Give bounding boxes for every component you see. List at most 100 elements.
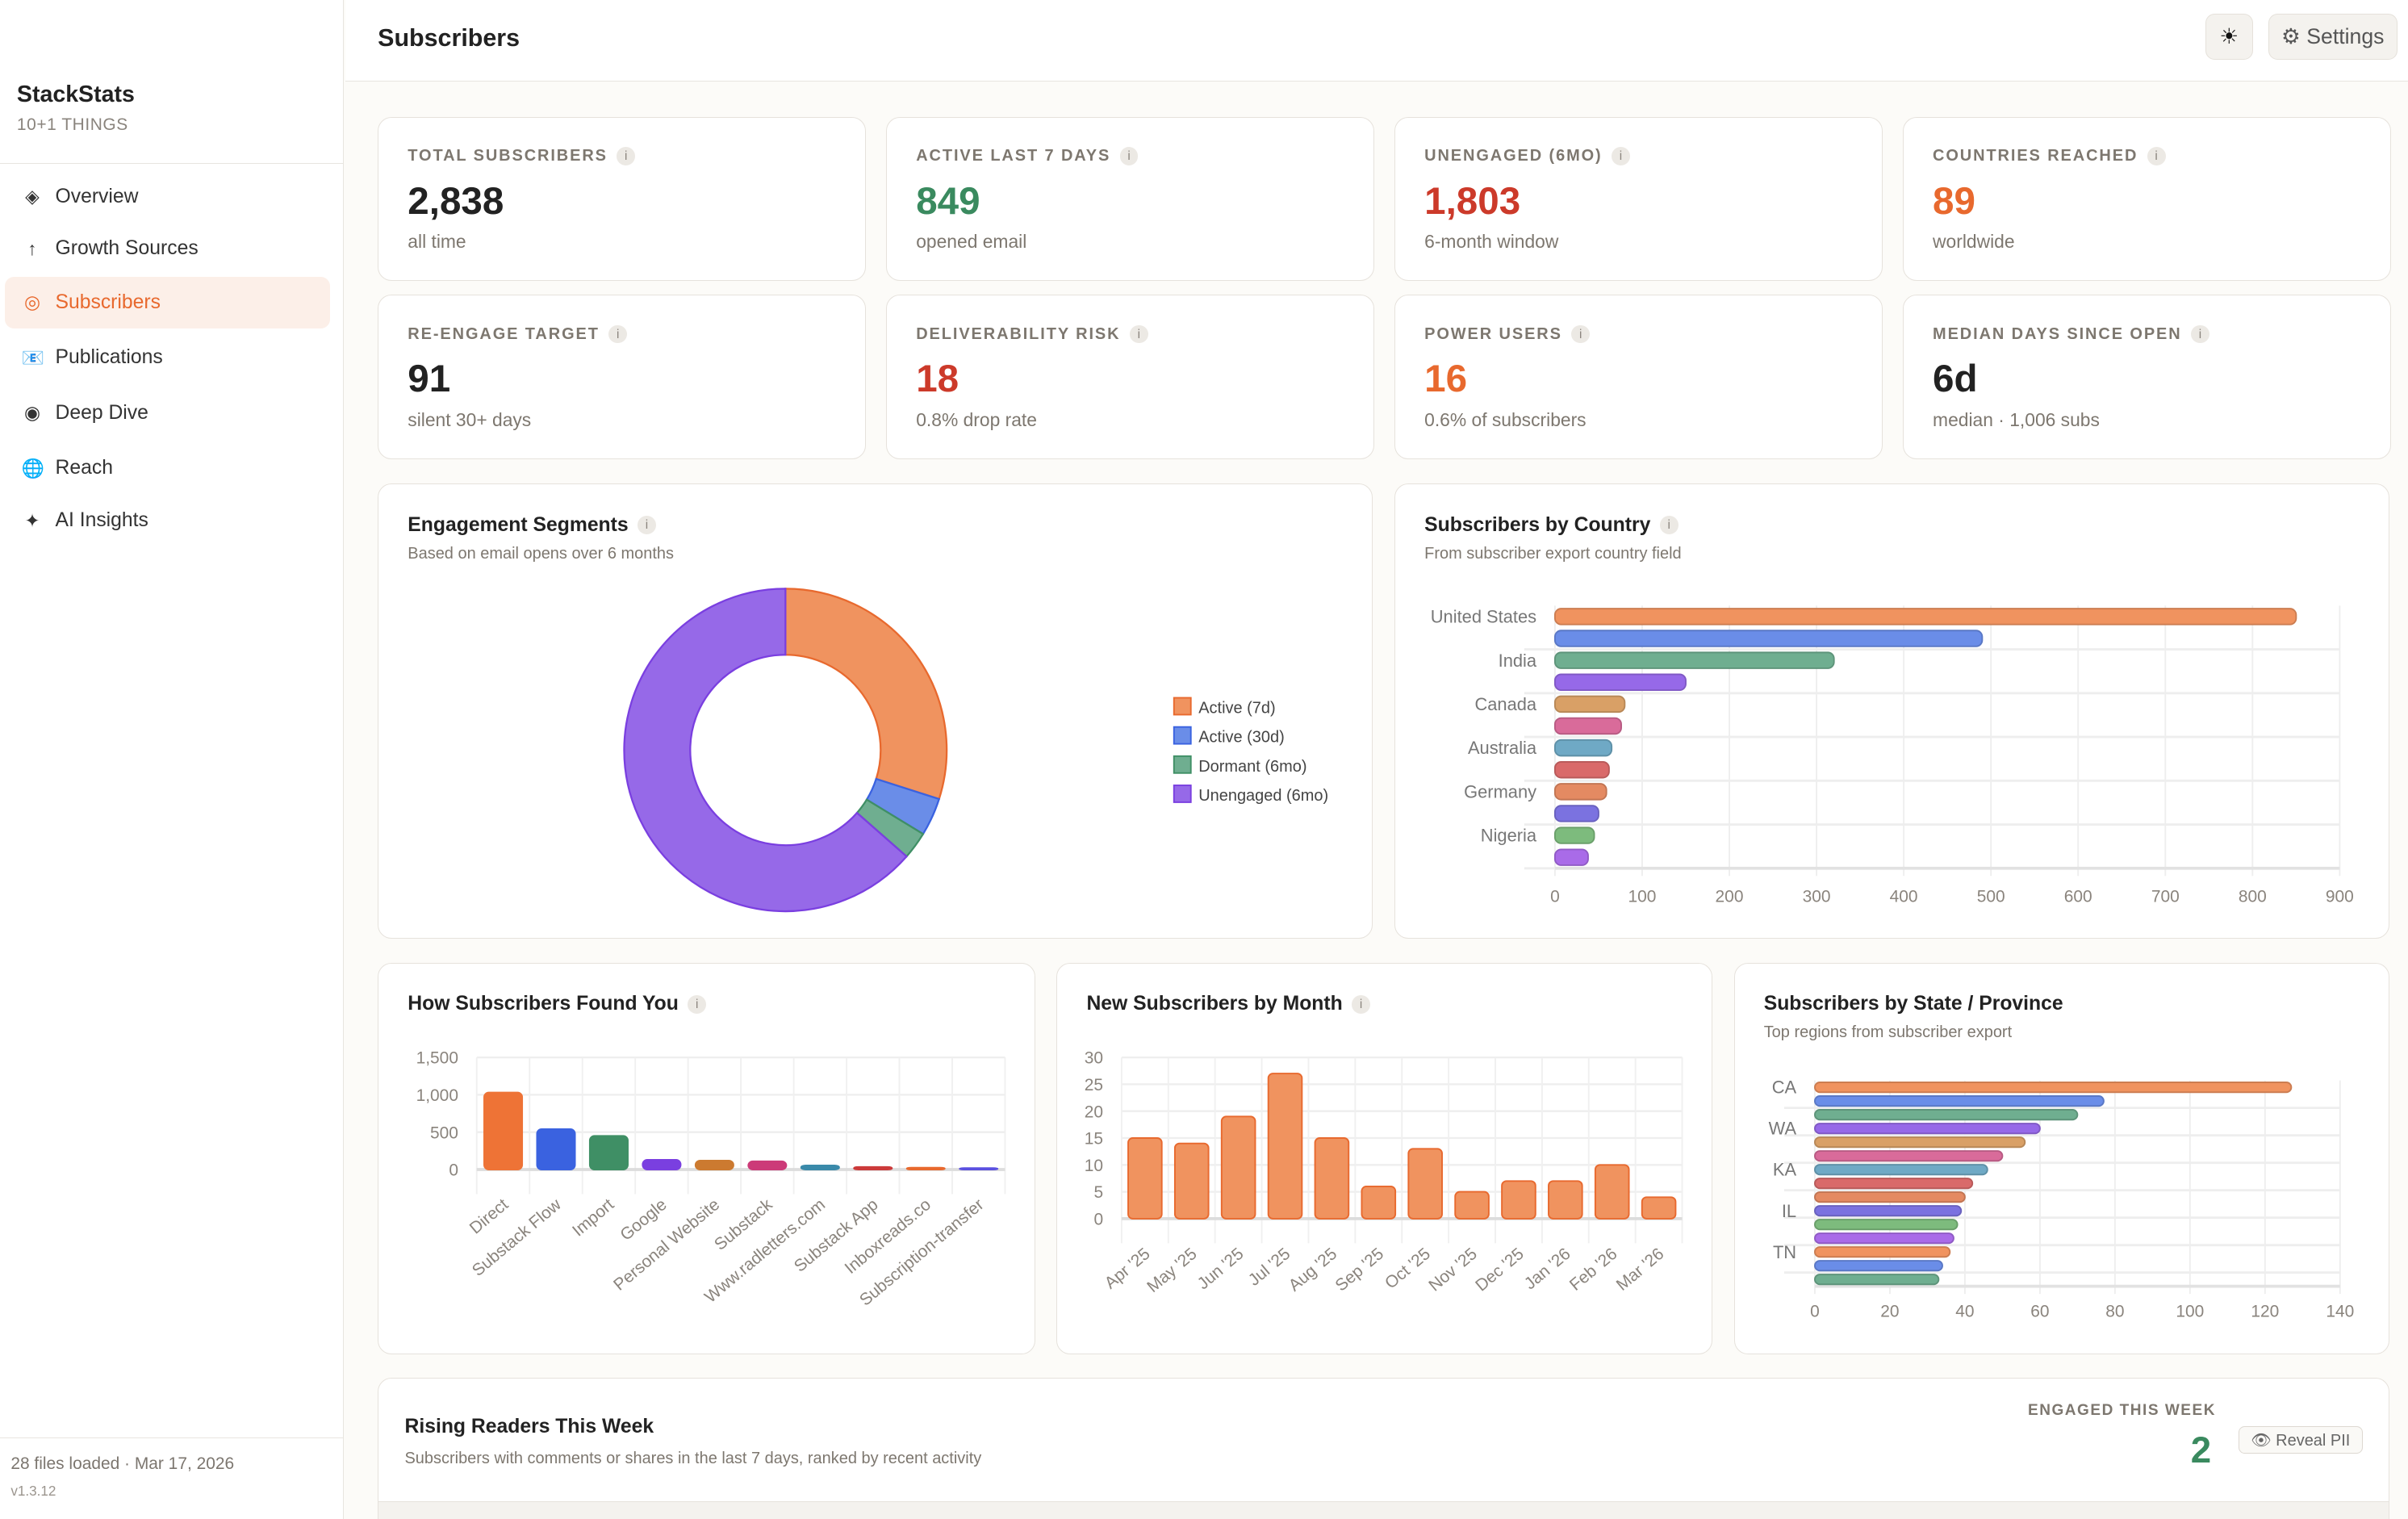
reveal-pii-button[interactable]: 👁 Reveal PII: [2239, 1426, 2363, 1454]
settings-button[interactable]: ⚙ Settings: [2268, 14, 2398, 60]
info-icon[interactable]: i: [2191, 325, 2209, 344]
sun-icon: ☀: [2219, 24, 2239, 49]
section-subtitle: Subscribers with comments or shares in t…: [404, 1450, 981, 1468]
x-tick-label: 40: [1955, 1303, 1974, 1321]
bar: [1815, 1165, 1988, 1174]
engaged-count: 2: [2191, 1429, 2211, 1471]
sidebar-item-subscribers[interactable]: ◎Subscribers: [5, 277, 330, 329]
page-title: Subscribers: [378, 24, 520, 52]
files-status: 28 files loaded · Mar 17, 2026: [10, 1454, 234, 1474]
info-icon[interactable]: i: [1571, 325, 1590, 344]
bar: [1815, 1137, 2025, 1147]
kpi-subtext: median · 1,006 subs: [1933, 409, 2100, 431]
info-icon[interactable]: i: [617, 147, 635, 165]
info-icon[interactable]: i: [2147, 147, 2166, 165]
legend-label: Active (7d): [1198, 700, 1275, 718]
x-tick-label: 200: [1716, 888, 1744, 906]
info-icon[interactable]: i: [608, 325, 627, 344]
bar: [1815, 1220, 1958, 1229]
kpi-subtext: all time: [408, 231, 466, 253]
legend-swatch: [1174, 785, 1191, 802]
info-icon[interactable]: i: [1612, 147, 1630, 165]
legend-label: Unengaged (6mo): [1198, 787, 1328, 805]
nav-icon: ↑: [22, 238, 44, 260]
y-tick-label: 10: [1085, 1157, 1103, 1175]
sidebar: StackStats 10+1 THINGS ◈Overview↑Growth …: [0, 0, 344, 1519]
kpi-card: MEDIAN DAYS SINCE OPENi6dmedian · 1,006 …: [1903, 295, 2391, 459]
kpi-subtext: silent 30+ days: [408, 409, 531, 431]
x-tick-label: Substack Flow: [469, 1195, 566, 1281]
sidebar-item-reach[interactable]: 🌐Reach: [5, 442, 330, 495]
rising-readers-card: Rising Readers This Week Subscribers wit…: [378, 1378, 2389, 1519]
bar: [1555, 785, 1607, 801]
state-bar-chart: 020406080100120140CAWAKAILTN: [1735, 964, 2391, 1355]
y-tick-label: 1,500: [416, 1049, 458, 1068]
nav-icon: ✦: [22, 510, 44, 532]
info-icon[interactable]: i: [1120, 147, 1139, 165]
bar: [1815, 1110, 2077, 1119]
x-tick-label: 700: [2151, 888, 2180, 906]
bar: [1815, 1233, 1954, 1243]
x-tick-label: 900: [2326, 888, 2354, 906]
kpi-card: RE-ENGAGE TARGETi91silent 30+ days: [378, 295, 866, 459]
x-tick-label: 0: [1550, 888, 1560, 906]
x-tick-label: 100: [2176, 1303, 2204, 1321]
table-header: [378, 1501, 2389, 1519]
y-tick-label: CA: [1771, 1078, 1796, 1098]
theme-toggle-button[interactable]: ☀: [2205, 14, 2253, 60]
sidebar-item-label: Deep Dive: [55, 402, 148, 425]
y-tick-label: TN: [1772, 1242, 1796, 1262]
x-tick-label: 800: [2239, 888, 2267, 906]
kpi-subtext: opened email: [916, 231, 1026, 253]
sidebar-item-ai-insights[interactable]: ✦AI Insights: [5, 495, 330, 547]
y-tick-label: IL: [1781, 1201, 1796, 1221]
bar: [1815, 1096, 2104, 1106]
x-tick-label: 60: [2030, 1303, 2049, 1321]
y-tick-label: KA: [1772, 1160, 1796, 1180]
sidebar-item-label: Subscribers: [55, 291, 161, 314]
legend-label: Dormant (6mo): [1198, 758, 1306, 776]
x-tick-label: 80: [2105, 1303, 2124, 1321]
x-tick-label: 400: [1890, 888, 1918, 906]
bar: [1595, 1165, 1629, 1220]
y-tick-label: 15: [1085, 1130, 1103, 1149]
bar: [1815, 1206, 1961, 1216]
y-tick-label: 1,000: [416, 1086, 458, 1105]
bar: [1815, 1151, 2002, 1161]
sidebar-item-label: Reach: [55, 457, 112, 479]
kpi-card: UNENGAGED (6MO)i1,8036-month window: [1394, 117, 1883, 282]
bar: [696, 1161, 734, 1170]
kpi-card: COUNTRIES REACHEDi89worldwide: [1903, 117, 2391, 282]
bar: [1815, 1192, 1965, 1202]
bar: [1555, 762, 1609, 778]
kpi-card: TOTAL SUBSCRIBERSi2,838all time: [378, 117, 866, 282]
version: v1.3.12: [10, 1483, 56, 1500]
kpi-subtext: 0.8% drop rate: [916, 409, 1037, 431]
state-card: Subscribers by State / Province Top regi…: [1734, 963, 2390, 1354]
legend-swatch: [1174, 756, 1191, 773]
bar: [1175, 1144, 1209, 1219]
x-tick-label: 500: [1977, 888, 2005, 906]
kpi-subtext: 0.6% of subscribers: [1424, 409, 1586, 431]
sidebar-item-overview[interactable]: ◈Overview: [5, 170, 330, 223]
legend-swatch: [1174, 698, 1191, 715]
legend-label: Active (30d): [1198, 729, 1285, 747]
header: Subscribers ☀ ⚙ Settings: [345, 0, 2408, 82]
x-tick-label: Sep '25: [1332, 1245, 1388, 1295]
y-tick-label: Canada: [1474, 694, 1536, 714]
info-icon[interactable]: i: [1130, 325, 1148, 344]
x-tick-label: Dec '25: [1472, 1245, 1528, 1295]
y-tick-label: India: [1499, 651, 1537, 671]
sidebar-item-publications[interactable]: 📧Publications: [5, 332, 330, 384]
bar: [642, 1160, 680, 1170]
bar: [1555, 740, 1612, 756]
bar: [1555, 850, 1588, 866]
bar: [854, 1167, 892, 1170]
sidebar-item-deep-dive[interactable]: ◉Deep Dive: [5, 387, 330, 440]
monthly-card: New Subscribers by Monthi 051015202530Ap…: [1056, 963, 1712, 1354]
x-tick-label: 600: [2064, 888, 2092, 906]
divider: [0, 1437, 344, 1438]
bar: [484, 1093, 522, 1170]
bar: [1222, 1117, 1256, 1220]
sidebar-item-growth-sources[interactable]: ↑Growth Sources: [5, 223, 330, 275]
